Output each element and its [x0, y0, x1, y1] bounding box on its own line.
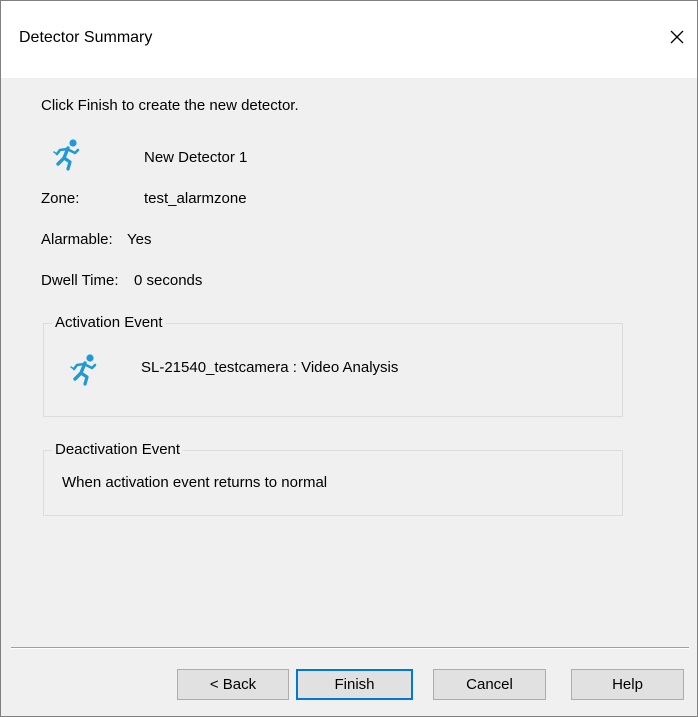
activation-event-source: SL-21540_testcamera : Video Analysis — [141, 359, 399, 376]
activation-event-group: Activation Event SL-21540_testcamera : V… — [43, 314, 623, 417]
close-icon — [670, 30, 684, 44]
running-person-icon — [53, 139, 80, 171]
activation-event-title: Activation Event — [52, 314, 166, 331]
deactivation-event-text: When activation event returns to normal — [62, 474, 328, 491]
detector-summary-dialog: Detector Summary Click Finish to create … — [0, 0, 698, 717]
back-button[interactable]: < Back — [177, 669, 289, 700]
dialog-title: Detector Summary — [19, 29, 153, 46]
instruction-text: Click Finish to create the new detector. — [41, 97, 299, 114]
cancel-button[interactable]: Cancel — [433, 669, 546, 700]
deactivation-event-group: Deactivation Event When activation event… — [43, 441, 623, 516]
running-person-icon — [70, 354, 97, 386]
alarmable-value: Yes — [127, 231, 152, 248]
close-button[interactable] — [663, 23, 691, 51]
deactivation-event-title: Deactivation Event — [52, 441, 184, 458]
footer-separator — [11, 647, 689, 649]
detector-name: New Detector 1 — [144, 149, 248, 166]
alarmable-label: Alarmable: — [41, 231, 113, 248]
zone-value: test_alarmzone — [144, 190, 247, 207]
title-bar: Detector Summary — [1, 1, 697, 78]
finish-button[interactable]: Finish — [296, 669, 413, 700]
help-button[interactable]: Help — [571, 669, 684, 700]
zone-label: Zone: — [41, 190, 80, 207]
dwell-time-value: 0 seconds — [134, 272, 203, 289]
dwell-time-label: Dwell Time: — [41, 272, 119, 289]
